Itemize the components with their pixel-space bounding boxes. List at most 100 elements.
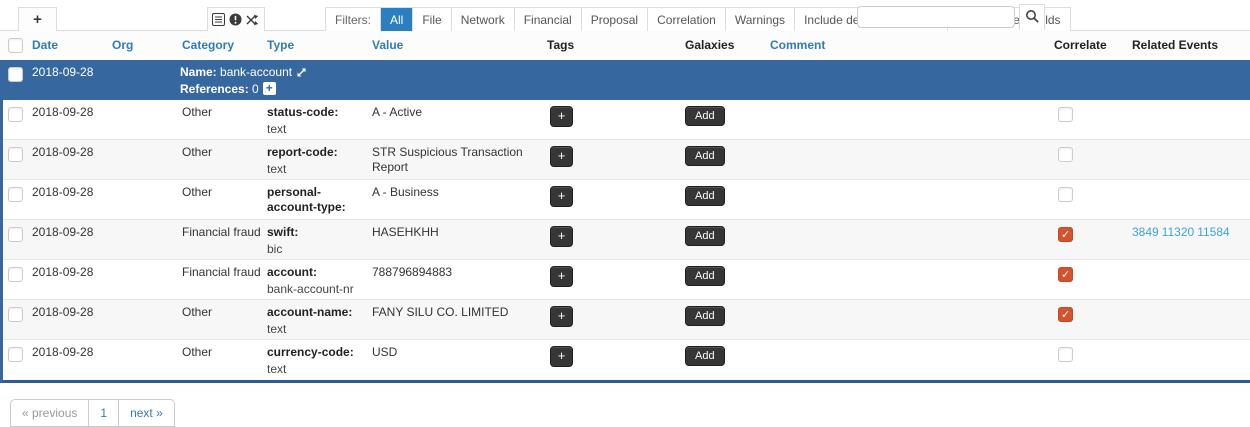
attr-type: account-name: [267, 305, 366, 320]
search-input[interactable] [857, 6, 1015, 28]
add-tag-button[interactable]: + [550, 226, 573, 247]
filter-tab-file[interactable]: File [412, 8, 450, 31]
attr-type: status-code: [267, 105, 366, 120]
correlate-checkbox[interactable] [1058, 227, 1073, 242]
related-event-link[interactable]: 3849 [1132, 225, 1159, 239]
row-checkbox[interactable] [8, 347, 23, 362]
shuffle-icon[interactable] [246, 14, 260, 26]
correlate-checkbox[interactable] [1058, 347, 1073, 362]
add-reference-icon[interactable] [263, 82, 276, 95]
table-row: 2018-09-28 Financial fraud swift:bic HAS… [0, 220, 1250, 260]
filters-label: Filters: [326, 8, 380, 31]
object-references-label: References: [180, 82, 249, 96]
attr-value: 788796894883 [372, 265, 452, 279]
row-checkbox[interactable] [8, 147, 23, 162]
object-name: bank-account [220, 65, 292, 79]
attr-subtype: text [267, 362, 366, 377]
table-row: 2018-09-28 Other report-code:text STR Su… [0, 140, 1250, 180]
add-galaxy-button[interactable]: Add [685, 146, 725, 166]
attr-subtype: bank-account-nr [267, 282, 366, 297]
filter-tab-financial[interactable]: Financial [514, 8, 581, 31]
row-checkbox[interactable] [8, 307, 23, 322]
table-row: 2018-09-28 Other currency-code:text USD … [0, 340, 1250, 380]
add-tag-button[interactable]: + [550, 306, 573, 327]
search-group [857, 4, 1045, 30]
attr-subtype: text [267, 217, 366, 219]
toolbar: + Filters: All File Network Financial Pr… [0, 0, 1250, 31]
object-group-left-border [0, 100, 3, 383]
correlate-checkbox[interactable] [1058, 187, 1073, 202]
select-all-checkbox[interactable] [8, 38, 23, 53]
header-comment[interactable]: Comment [770, 38, 825, 52]
table-row: 2018-09-28 Financial fraud account:bank-… [0, 260, 1250, 300]
correlate-checkbox[interactable] [1058, 107, 1073, 122]
pagination-page-1[interactable]: 1 [88, 400, 118, 426]
object-name-label: Name: [180, 65, 217, 79]
header-value[interactable]: Value [372, 38, 403, 52]
table-row: 2018-09-28 Other account-name:text FANY … [0, 300, 1250, 340]
table-row: 2018-09-28 Other personal-account-type: t… [0, 180, 1250, 220]
add-galaxy-button[interactable]: Add [685, 186, 725, 206]
add-galaxy-button[interactable]: Add [685, 226, 725, 246]
attr-date: 2018-09-28 [32, 145, 93, 159]
header-org[interactable]: Org [112, 38, 133, 52]
attr-type: currency-code: [267, 345, 366, 360]
correlate-checkbox[interactable] [1058, 307, 1073, 322]
row-checkbox[interactable] [8, 187, 23, 202]
add-tag-button[interactable]: + [550, 346, 573, 367]
add-galaxy-button[interactable]: Add [685, 266, 725, 286]
attr-category: Other [182, 145, 212, 159]
object-group-bottom-border [0, 380, 1250, 383]
header-date[interactable]: Date [32, 38, 58, 52]
object-references-count: 0 [252, 82, 259, 96]
row-checkbox[interactable] [8, 227, 23, 242]
pagination-previous[interactable]: « previous [11, 400, 88, 426]
attr-type: swift: [267, 225, 366, 240]
row-checkbox[interactable] [8, 267, 23, 282]
header-category[interactable]: Category [182, 38, 234, 52]
row-checkbox[interactable] [8, 107, 23, 122]
pagination: « previous 1 next » [10, 399, 175, 427]
add-attribute-button[interactable]: + [18, 7, 57, 31]
exclamation-circle-icon[interactable] [229, 13, 242, 26]
related-event-link[interactable]: 11320 [1162, 225, 1194, 239]
add-tag-button[interactable]: + [550, 106, 573, 127]
header-related-events: Related Events [1132, 38, 1218, 52]
add-tag-button[interactable]: + [550, 146, 573, 167]
attr-value: A - Active [372, 105, 422, 119]
object-row-bank-account: 2018-09-28 Name: bank-account References… [0, 60, 1250, 100]
object-date: 2018-09-28 [32, 65, 93, 79]
add-galaxy-button[interactable]: Add [685, 106, 725, 126]
header-type[interactable]: Type [267, 38, 294, 52]
search-button[interactable] [1019, 4, 1045, 30]
add-tag-button[interactable]: + [550, 186, 573, 207]
add-tag-button[interactable]: + [550, 266, 573, 287]
attr-date: 2018-09-28 [32, 305, 93, 319]
correlate-checkbox[interactable] [1058, 267, 1073, 282]
attr-subtype: text [267, 322, 366, 337]
filter-tab-warnings[interactable]: Warnings [725, 8, 794, 31]
filter-tab-proposal[interactable]: Proposal [581, 8, 647, 31]
filter-tab-correlation[interactable]: Correlation [647, 8, 725, 31]
pagination-next[interactable]: next » [118, 400, 174, 426]
attr-type: account: [267, 265, 366, 280]
attr-type: personal-account-type: [267, 185, 366, 215]
related-event-link[interactable]: 11584 [1197, 225, 1229, 239]
list-icon[interactable] [212, 13, 225, 26]
correlate-checkbox[interactable] [1058, 147, 1073, 162]
add-galaxy-button[interactable]: Add [685, 306, 725, 326]
filter-tab-network[interactable]: Network [451, 8, 514, 31]
attr-category: Other [182, 345, 212, 359]
attr-value: A - Business [372, 185, 439, 199]
table-header-row: Date Org Category Type Value Tags Galaxi… [0, 31, 1250, 60]
attr-date: 2018-09-28 [32, 185, 93, 199]
object-row-checkbox[interactable] [8, 67, 23, 82]
add-galaxy-button[interactable]: Add [685, 346, 725, 366]
attr-subtype: text [267, 162, 366, 177]
filter-tab-all[interactable]: All [380, 8, 412, 31]
attr-value: STR Suspicious Transaction Report [372, 145, 523, 174]
attr-category: Other [182, 305, 212, 319]
expand-object-icon[interactable] [296, 67, 307, 81]
header-galaxies: Galaxies [685, 38, 734, 52]
attr-category: Other [182, 185, 212, 199]
